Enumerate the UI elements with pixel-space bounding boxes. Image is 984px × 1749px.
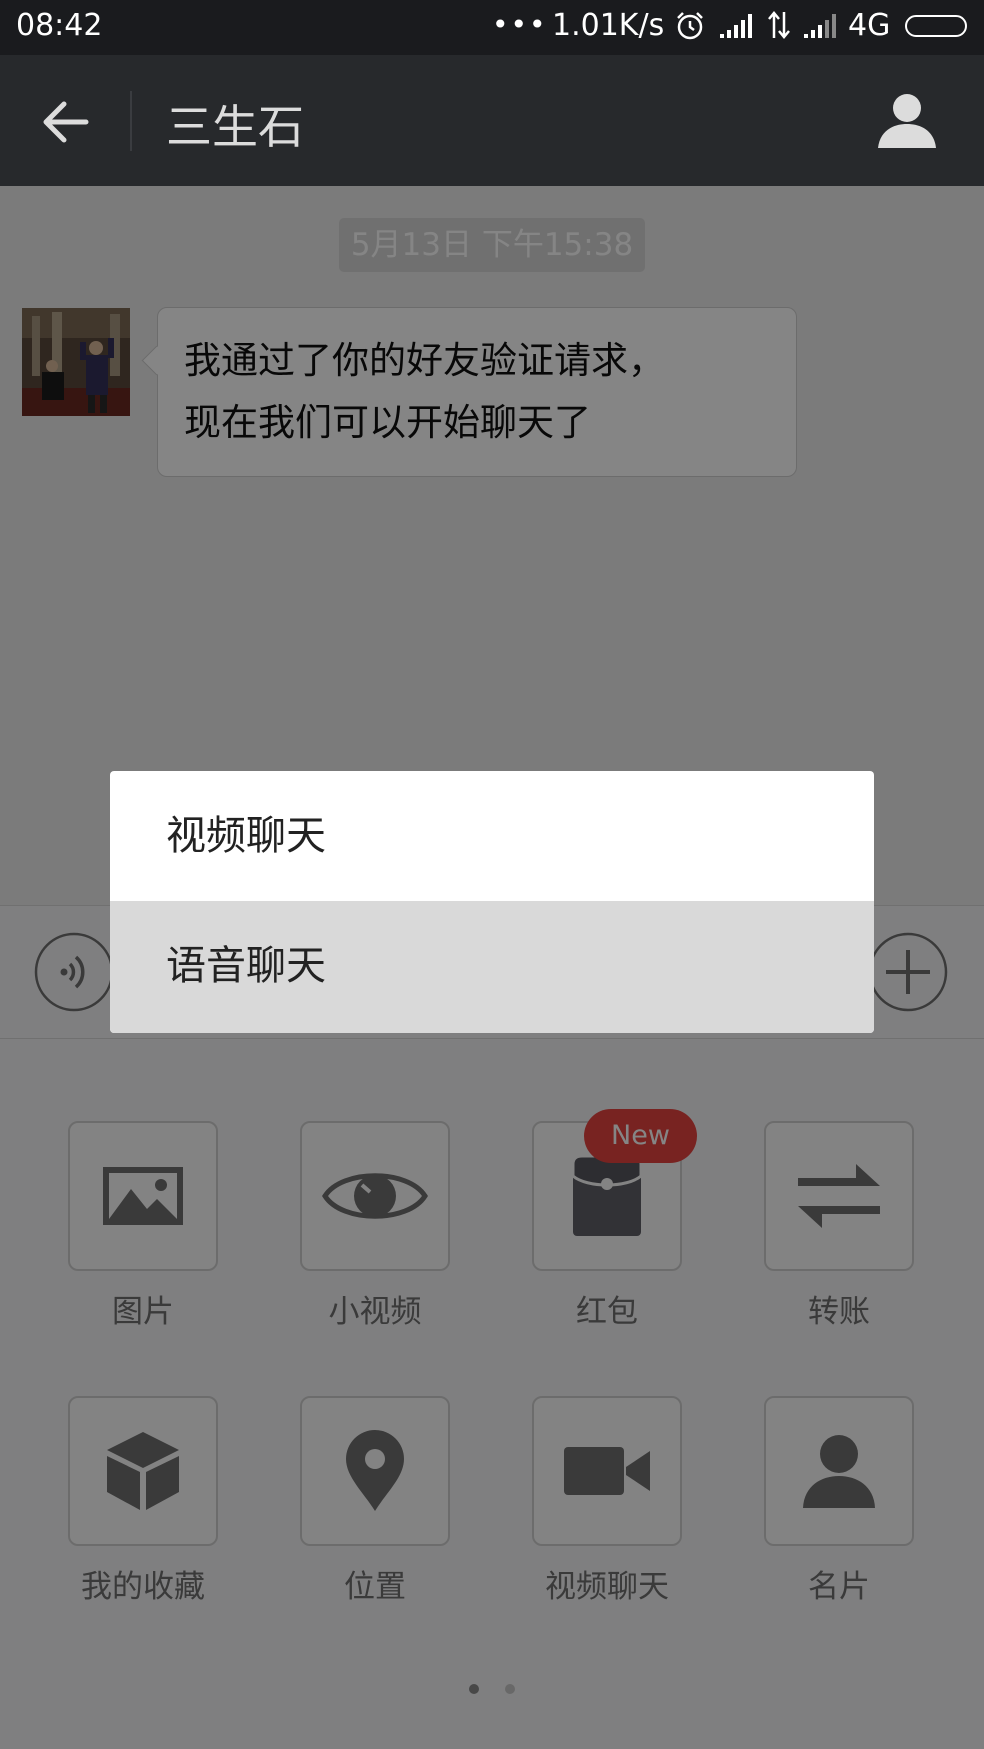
battery-icon (905, 15, 967, 37)
alarm-icon (677, 12, 703, 40)
title-bar: 三生石 (0, 55, 984, 186)
menu-item-video-chat[interactable]: 视频聊天 (110, 771, 874, 901)
title-divider (130, 91, 132, 151)
menu-item-voice-chat[interactable]: 语音聊天 (110, 901, 874, 1033)
signal-icon (720, 14, 752, 38)
call-type-menu: 视频聊天 语音聊天 (110, 771, 874, 1033)
back-button[interactable] (40, 97, 90, 147)
signal-icon (804, 14, 836, 38)
network-speed: 1.01K/s (552, 8, 665, 43)
data-arrows-icon (768, 11, 790, 39)
status-time: 08:42 (16, 8, 103, 43)
chat-info-button[interactable] (876, 90, 938, 152)
status-bar: 08:42 ••• 1.01K/s 4G (0, 0, 984, 55)
notification-dots: ••• (492, 8, 548, 41)
chat-title: 三生石 (166, 100, 304, 154)
network-type: 4G (848, 8, 891, 43)
